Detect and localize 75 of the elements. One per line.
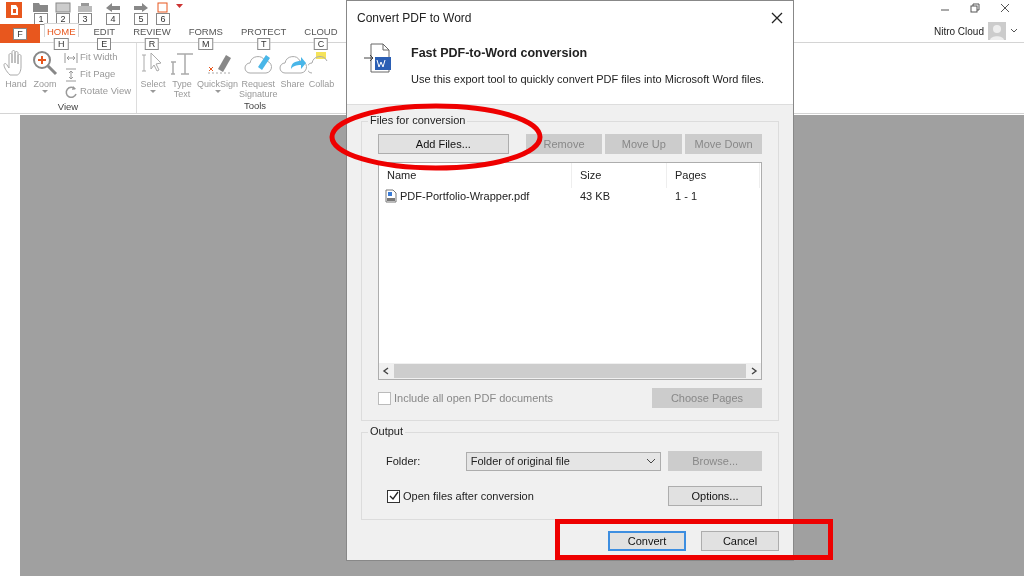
ribbon-tool[interactable]: Select [139,49,167,99]
keytip: F [13,27,27,40]
column-header[interactable]: Pages [667,163,760,188]
caret-icon[interactable] [176,2,183,10]
rotate-icon [64,84,78,99]
pdf-file-icon [385,188,397,203]
group-title: Output [368,426,406,437]
ribbon-tool[interactable]: Zoom [31,49,59,100]
keytip: 5 [134,13,148,25]
column-header[interactable]: Size [572,163,667,188]
checkbox-label: Include all open PDF documents [394,390,553,406]
keytip: 1 [34,13,48,25]
fit-width-icon [64,50,78,65]
keytip: E [97,38,112,50]
keytip: T [256,38,271,50]
dialog-title: Convert PDF to Word [357,10,472,27]
keytip: R [144,38,160,50]
ribbon-tool[interactable]: Type Text [168,49,196,99]
redo-arrow-icon[interactable] [132,2,150,13]
ribbon-tab[interactable]: PROTECT [237,23,290,37]
ribbon-tab[interactable]: FORMS [185,23,226,37]
keytip: 6 [156,13,170,25]
page-icon[interactable] [54,2,72,13]
caret-icon [42,89,48,94]
cancel-button[interactable]: Cancel [701,531,779,551]
add-files-button[interactable]: Add Files... [378,134,509,154]
caret-icon [150,89,156,94]
group-label: View [56,100,80,114]
scroll-left-icon[interactable] [382,367,390,375]
close-icon[interactable] [1000,3,1010,13]
restore-icon[interactable] [970,3,980,13]
ribbon-tool[interactable]: Hand [2,49,30,100]
keytip: C [313,38,329,50]
printer-icon[interactable] [76,2,94,13]
group-label: Tools [242,99,268,113]
caret-icon [214,89,221,94]
ribbon-tool[interactable]: QuickSign [197,49,239,99]
ribbon-tool[interactable]: Fit Width [64,49,132,66]
ribbon-tab[interactable]: EDIT [90,23,119,37]
dialog-description: Use this export tool to quickly convert PDF files into Microsoft Word files. [411,71,765,87]
horizontal-scrollbar[interactable] [379,363,761,379]
ribbon-tab[interactable]: CLOUD [301,23,341,37]
file-name[interactable]: PDF-Portfolio-Wrapper.pdf [400,187,530,204]
checkbox-label: Open files after conversion [403,488,534,504]
group-title: Files for conversion [368,115,468,126]
convert-button[interactable]: Convert [608,531,686,551]
zoom-icon [31,49,59,77]
ribbon-tab[interactable]: HOME [44,23,79,37]
keytip: 4 [106,13,120,25]
ribbon-tool[interactable]: Rotate View [64,83,132,100]
scrollbar-thumb[interactable] [394,364,746,378]
table-cell-text: 1 - 1 [674,188,698,204]
options-button[interactable]: Options... [668,486,762,506]
keytip: 3 [78,13,92,25]
ribbon-tab[interactable]: REVIEW [130,23,174,37]
undo-arrow-icon[interactable] [104,2,122,13]
ribbon-tool[interactable]: Fit Page [64,66,132,83]
scroll-right-icon[interactable] [750,367,758,375]
account-name[interactable]: Nitro Cloud [933,23,984,39]
fit-page-icon [64,67,78,82]
folder-icon[interactable] [32,2,50,13]
folder-dropdown[interactable]: Folder of original file [465,451,662,471]
checkbox[interactable] [387,489,400,503]
keytip: M [198,38,214,50]
ribbon-tool[interactable]: Share [278,49,307,99]
ribbon-tool[interactable]: Request Signature [239,49,278,99]
file-tab[interactable]: F [0,24,40,43]
chevron-down-icon [646,458,657,464]
table-cell-text: 43 KB [579,188,611,204]
keytip: H [54,38,69,50]
dialog-heading: Fast PDF-to-Word conversion [411,45,589,62]
column-header[interactable]: Name [379,163,572,188]
caret-icon[interactable] [1010,27,1018,35]
field-label: Folder: [386,453,422,469]
close-icon[interactable] [771,12,783,24]
